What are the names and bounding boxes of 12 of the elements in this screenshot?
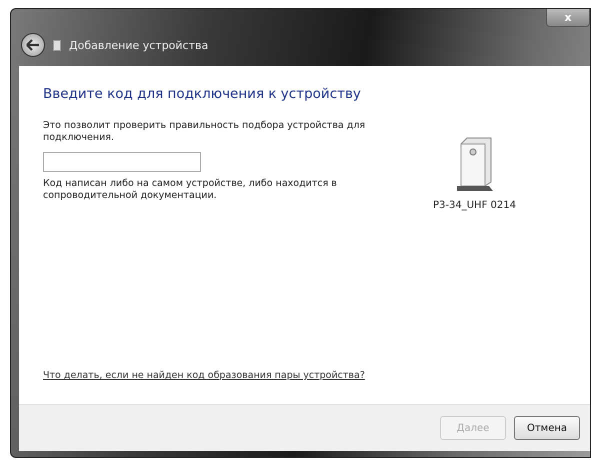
code-input-field[interactable]	[43, 152, 201, 172]
device-tower-icon	[454, 136, 494, 192]
window-title: Добавление устройства	[69, 38, 208, 52]
description-text: Это позволит проверить правильность подбора устройства для подключения.	[43, 120, 366, 144]
page-heading: Введите код для подключения к устройству	[43, 86, 362, 102]
device-icon	[53, 40, 61, 50]
dialog-button[interactable]: Отмена	[514, 416, 580, 440]
device-name: P3-34_UHF 0214	[433, 200, 516, 211]
back-button[interactable]	[21, 33, 45, 57]
hint-text: Код написан либо на самом устройстве, либо находится в сопроводительной документации.	[43, 178, 338, 202]
help-link[interactable]: Что делать, если не найден код образования пары устройства?	[43, 370, 365, 381]
left-arrow-icon	[26, 39, 40, 51]
